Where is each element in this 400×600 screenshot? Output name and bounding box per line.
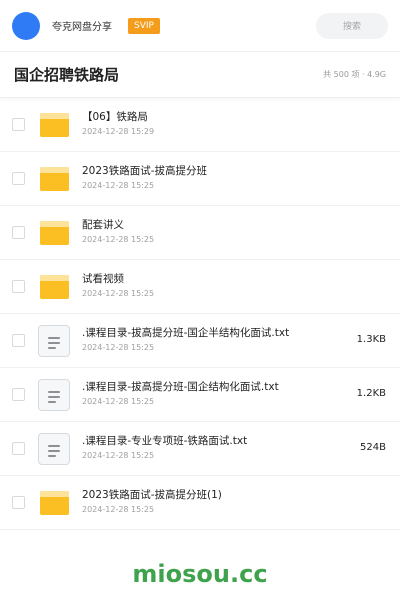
folder-icon — [38, 163, 70, 195]
file-name: .课程目录-拔高提分班-国企半结构化面试.txt — [82, 327, 290, 339]
row-checkbox[interactable] — [12, 118, 25, 131]
user-name: 夸克网盘分享 — [52, 22, 112, 33]
file-row[interactable]: .课程目录-拔高提分班-国企半结构化面试.txt 2024-12-28 15:2… — [0, 314, 400, 368]
file-date: 2024-12-28 15:25 — [82, 289, 155, 298]
file-date: 2024-12-28 15:25 — [82, 397, 155, 406]
file-row[interactable]: 2023铁路面试-拔高提分班 2024-12-28 15:25 — [0, 152, 400, 206]
file-date: 2024-12-28 15:25 — [82, 343, 155, 352]
row-checkbox[interactable] — [12, 388, 25, 401]
file-row[interactable]: 2023铁路面试-拔高提分班(1) 2024-12-28 15:25 — [0, 476, 400, 530]
folder-icon — [38, 217, 70, 249]
file-name: 2023铁路面试-拔高提分班(1) — [82, 489, 222, 501]
file-date: 2024-12-28 15:25 — [82, 235, 155, 244]
file-date: 2024-12-28 15:25 — [82, 451, 155, 460]
folder-icon — [38, 271, 70, 303]
folder-meta: 共 500 项 · 4.9G — [323, 70, 386, 79]
file-name: 试看视频 — [82, 273, 124, 285]
file-row[interactable]: .课程目录-拔高提分班-国企结构化面试.txt 2024-12-28 15:25… — [0, 368, 400, 422]
top-bar: 夸克网盘分享 SVIP 搜索 — [0, 0, 400, 52]
row-checkbox[interactable] — [12, 442, 25, 455]
page-title: 国企招聘铁路局 — [14, 66, 120, 84]
folder-icon — [38, 109, 70, 141]
file-date: 2024-12-28 15:25 — [82, 505, 155, 514]
row-checkbox[interactable] — [12, 496, 25, 509]
row-checkbox[interactable] — [12, 172, 25, 185]
search-input[interactable]: 搜索 — [316, 12, 388, 39]
file-row[interactable]: 【06】铁路局 2024-12-28 15:29 — [0, 98, 400, 152]
avatar[interactable] — [12, 11, 40, 40]
file-date: 2024-12-28 15:29 — [82, 127, 155, 136]
file-size: 524B — [360, 442, 386, 453]
file-row[interactable]: 试看视频 2024-12-28 15:25 — [0, 260, 400, 314]
text-file-icon — [38, 324, 70, 357]
row-checkbox[interactable] — [12, 334, 25, 347]
file-size: 1.3KB — [356, 334, 386, 345]
file-name: 2023铁路面试-拔高提分班 — [82, 165, 208, 177]
file-size: 1.2KB — [356, 388, 386, 399]
file-name: .课程目录-拔高提分班-国企结构化面试.txt — [82, 381, 279, 393]
file-name: 配套讲义 — [82, 219, 124, 231]
file-date: 2024-12-28 15:25 — [82, 181, 155, 190]
watermark: miosou.cc — [132, 560, 268, 588]
file-row[interactable]: 配套讲义 2024-12-28 15:25 — [0, 206, 400, 260]
row-checkbox[interactable] — [12, 280, 25, 293]
vip-badge: SVIP — [128, 17, 160, 34]
row-checkbox[interactable] — [12, 226, 25, 239]
folder-icon — [38, 487, 70, 519]
file-name: 【06】铁路局 — [82, 111, 148, 123]
title-row: 国企招聘铁路局 共 500 项 · 4.9G — [0, 52, 400, 98]
file-row[interactable]: .课程目录-专业专项班-铁路面试.txt 2024-12-28 15:25 52… — [0, 422, 400, 476]
file-name: .课程目录-专业专项班-铁路面试.txt — [82, 435, 248, 447]
text-file-icon — [38, 432, 70, 465]
text-file-icon — [38, 378, 70, 411]
file-list: 【06】铁路局 2024-12-28 15:29 2023铁路面试-拔高提分班 … — [0, 98, 400, 530]
